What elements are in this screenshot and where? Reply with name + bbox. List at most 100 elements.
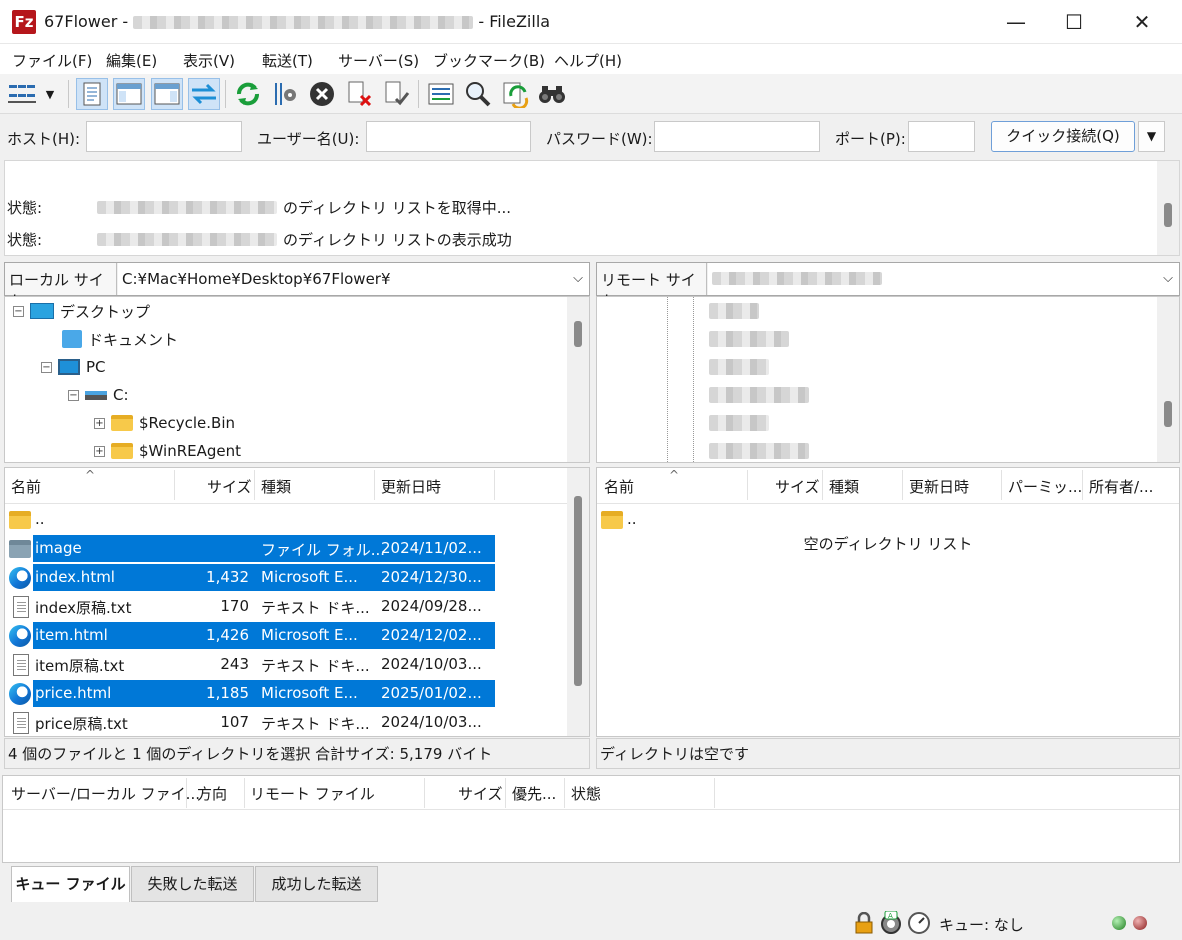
collapse-icon[interactable]: − [68,389,79,401]
col-size[interactable]: サイズ [207,476,252,497]
col-size[interactable]: サイズ [775,476,820,497]
quickconnect-dropdown-icon[interactable]: ▼ [1138,121,1165,152]
local-tree-scrollbar[interactable] [567,297,589,462]
tree-node-pc[interactable]: − PC [41,353,106,381]
col-priority[interactable]: 優先... [512,783,556,804]
col-server-local-file[interactable]: サーバー/ローカル ファイ... [11,783,200,804]
minimize-button[interactable]: — [987,0,1045,44]
log-message: のディレクトリ リストの表示成功 [283,231,512,249]
col-status[interactable]: 状態 [571,783,601,804]
transfer-queue-icon[interactable] [188,78,220,110]
quickconnect-button[interactable]: クイック接続(Q) [991,121,1135,152]
process-queue-icon[interactable] [269,78,301,110]
tree-node-c-drive[interactable]: − C: [68,381,129,409]
tab-failed-transfers[interactable]: 失敗した転送 [131,866,254,902]
message-log-icon[interactable] [76,78,108,110]
remote-path-combo[interactable]: ⌵ [708,263,1179,295]
menu-transfer[interactable]: 転送(T) [262,50,313,71]
maximize-button[interactable]: ☐ [1045,0,1103,44]
scrollbar-thumb[interactable] [1164,203,1172,227]
local-tree-icon[interactable] [113,78,145,110]
refresh-icon[interactable] [232,78,264,110]
menu-edit[interactable]: 編集(E) [106,50,157,71]
tab-queued-files[interactable]: キュー ファイル [11,866,130,902]
remote-tree-icon[interactable] [151,78,183,110]
col-date[interactable]: 更新日時 [909,476,969,497]
list-item[interactable]: price.html 1,185 Microsoft E... 2025/01/02.… [5,680,495,707]
redacted-folder [709,415,769,431]
message-log[interactable]: 状態: のディレクトリ リストを取得中... 状態: のディレクトリ リストの表… [4,160,1180,256]
list-item[interactable]: image ファイル フォル... 2024/11/02... [5,535,495,562]
dropdown-arrow-icon[interactable]: ▼ [40,78,60,110]
menu-bookmarks[interactable]: ブックマーク(B) [433,50,545,71]
list-item[interactable]: item.html 1,426 Microsoft E... 2024/12/02..… [5,622,495,649]
sort-ascending-icon: ^ [85,468,96,482]
list-item[interactable]: index原稿.txt 170 テキスト ドキ... 2024/09/28... [5,593,495,620]
col-permissions[interactable]: パーミッ... [1008,476,1082,497]
file-size: 107 [220,713,249,731]
scrollbar-thumb[interactable] [1164,401,1172,427]
reconnect-icon[interactable] [381,78,413,110]
collapse-icon[interactable]: − [13,305,24,317]
collapse-icon[interactable]: − [41,361,52,373]
search-icon[interactable] [536,78,568,110]
password-input[interactable] [654,121,820,152]
file-type: Microsoft E... [261,684,358,702]
list-item[interactable]: item原稿.txt 243 テキスト ドキ... 2024/10/03... [5,651,495,678]
tree-node-documents[interactable]: ドキュメント [62,325,178,353]
close-button[interactable]: ✕ [1113,0,1171,44]
list-item[interactable]: .. [5,506,495,533]
port-input[interactable] [908,121,975,152]
host-input[interactable] [86,121,242,152]
menu-file[interactable]: ファイル(F) [12,50,92,71]
scrollbar-thumb[interactable] [574,496,582,686]
file-size: 1,185 [206,684,249,702]
username-input[interactable] [366,121,531,152]
scrollbar-thumb[interactable] [574,321,582,347]
tab-successful-transfers[interactable]: 成功した転送 [255,866,378,902]
tree-node-desktop[interactable]: − デスクトップ [13,297,150,325]
local-file-list[interactable]: ^ 名前 サイズ 種類 更新日時 .. image ファイル フォル... 2024/… [4,467,590,737]
col-name[interactable]: 名前 [11,476,41,497]
list-item[interactable]: price原稿.txt 107 テキスト ドキ... 2024/10/03... [5,709,495,736]
col-size[interactable]: サイズ [458,783,503,804]
edge-html-icon [9,683,31,705]
transfer-queue[interactable]: サーバー/ローカル ファイ... 方向 リモート ファイル サイズ 優先... … [2,775,1180,863]
file-size: 243 [220,655,249,673]
list-item[interactable]: index.html 1,432 Microsoft E... 2024/12/30.… [5,564,495,591]
site-manager-icon[interactable] [6,78,38,110]
local-directory-tree[interactable]: − デスクトップ ドキュメント − PC − C: + $Recycle.Bin… [4,296,590,463]
local-path: C:¥Mac¥Home¥Desktop¥67Flower¥ [122,270,391,288]
local-path-combo[interactable]: C:¥Mac¥Home¥Desktop¥67Flower¥ ⌵ [118,263,589,295]
expand-icon[interactable]: + [94,417,105,429]
toggle-compare-icon[interactable] [462,78,494,110]
remote-file-list[interactable]: ^ 名前 サイズ 種類 更新日時 パーミッ... 所有者/... .. 空のディ… [596,467,1180,737]
col-direction[interactable]: 方向 [197,783,227,804]
menu-view[interactable]: 表示(V) [183,50,235,71]
speed-limit-icon[interactable]: A [879,911,903,935]
speedometer-icon[interactable] [907,911,931,935]
directory-listing-filter-icon[interactable] [425,78,457,110]
computer-icon [58,359,80,375]
col-name[interactable]: 名前 [604,476,634,497]
col-remote-file[interactable]: リモート ファイル [250,783,375,804]
file-size: 1,426 [206,626,249,644]
menu-help[interactable]: ヘルプ(H) [554,50,622,71]
tree-node-winreagent[interactable]: + $WinREAgent [94,437,241,462]
col-type[interactable]: 種類 [261,476,291,497]
col-owner[interactable]: 所有者/... [1089,476,1153,497]
queue-header: サーバー/ローカル ファイ... 方向 リモート ファイル サイズ 優先... … [3,776,1179,810]
col-type[interactable]: 種類 [829,476,859,497]
menu-server[interactable]: サーバー(S) [338,50,419,71]
remote-tree-scrollbar[interactable] [1157,297,1179,462]
remote-directory-tree[interactable] [596,296,1180,463]
col-date[interactable]: 更新日時 [381,476,441,497]
log-scrollbar[interactable] [1157,161,1179,255]
local-list-scrollbar[interactable] [567,468,589,736]
list-item-parent[interactable]: .. [597,506,1179,533]
tree-node-recycle-bin[interactable]: + $Recycle.Bin [94,409,235,437]
expand-icon[interactable]: + [94,445,105,457]
disconnect-icon[interactable] [344,78,376,110]
cancel-icon[interactable] [306,78,338,110]
sync-browse-icon[interactable] [499,78,531,110]
